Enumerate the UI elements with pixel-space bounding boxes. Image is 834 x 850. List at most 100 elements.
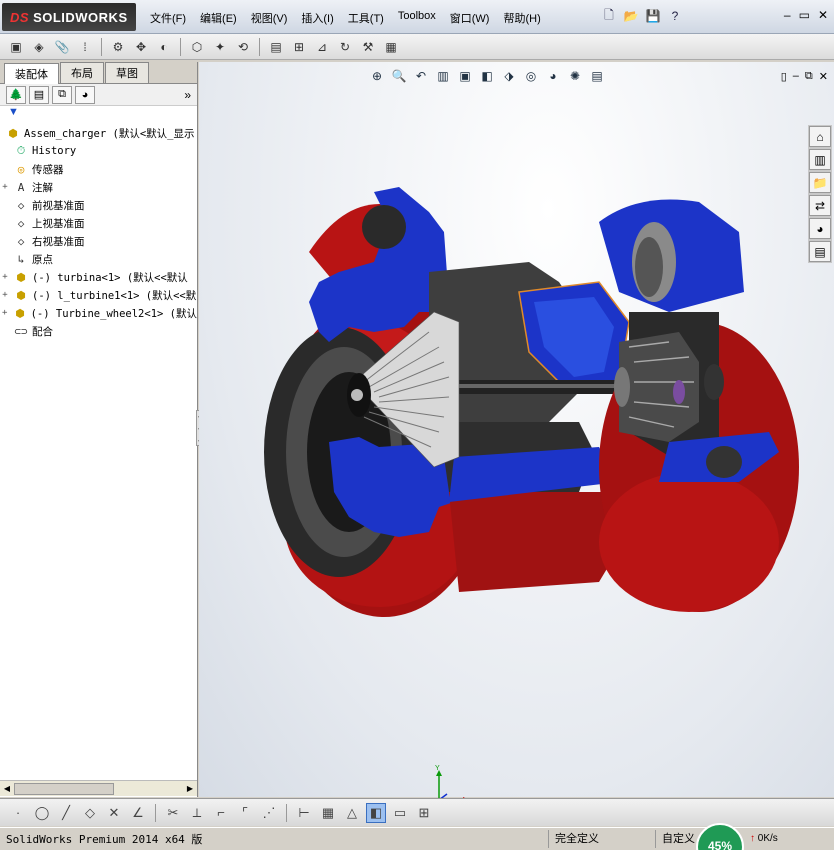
tree-item[interactable]: + ⬢ (-) Turbine_wheel2<1> (默认 (0, 304, 197, 322)
line-icon[interactable]: ╱ (56, 803, 76, 823)
expand-toggle[interactable]: + (0, 290, 10, 300)
scroll-right-icon[interactable]: ▶ (184, 783, 196, 795)
open-folder-icon[interactable]: 📂 (622, 7, 640, 25)
help-icon[interactable]: ? (666, 7, 684, 25)
sketch-point-icon[interactable]: ◇ (80, 803, 100, 823)
expand-toggle[interactable]: + (0, 272, 10, 282)
appearances-icon[interactable]: ◕ (809, 218, 831, 239)
view-palette-icon[interactable]: ⇄ (809, 195, 831, 216)
bill-of-materials-icon[interactable]: ▤ (266, 37, 286, 57)
exploded-view-icon[interactable]: ⊞ (289, 37, 309, 57)
menu-view[interactable]: 视图(V) (251, 10, 288, 26)
solidworks-resources-icon[interactable]: ⌂ (809, 126, 831, 147)
graphics-area[interactable]: ⊕ 🔍 ↶ ▥ ▣ ◧ ⬗ ◎ ◕ ✺ ▤ ▯ – ⧉ ✕ Y (199, 62, 834, 806)
status-custom[interactable]: 自定义 (655, 830, 701, 848)
tree-item[interactable]: ◎ 传感器 (0, 160, 197, 178)
tree-item[interactable]: ⬢ Assem_charger (默认<默认_显示 (0, 124, 197, 142)
new-document-icon[interactable]: 🗋 (600, 7, 618, 25)
corner-icon[interactable]: ⌜ (235, 803, 255, 823)
show-hidden-icon[interactable]: ◐ (154, 37, 174, 57)
angle-icon[interactable]: ∠ (128, 803, 148, 823)
menu-edit[interactable]: 编辑(E) (200, 10, 237, 26)
close-icon[interactable]: ✕ (818, 8, 828, 22)
tree-item[interactable]: ◇ 前视基准面 (0, 196, 197, 214)
assembly-features-icon[interactable]: ⬡ (187, 37, 207, 57)
dimension-icon[interactable]: ⊢ (294, 803, 314, 823)
tree-item[interactable]: + ⬢ (-) turbina<1> (默认<<默认 (0, 268, 197, 286)
tool-icon[interactable]: ⚒ (358, 37, 378, 57)
assembly-icon: ⬢ (8, 126, 18, 140)
properties-icon[interactable]: ▦ (381, 37, 401, 57)
split-horizontal-icon[interactable]: ▭ (390, 803, 410, 823)
expand-chevron-icon[interactable]: » (184, 88, 191, 102)
view-toolbar: · ◯ ╱ ◇ ✕ ∠ ✂ ⟂ ⌐ ⌜ ⋰ ⊢ ▦ △ ◧ ▭ ⊞ (0, 798, 834, 826)
solidworks-logo[interactable]: DS SOLIDWORKS (2, 3, 136, 31)
save-icon[interactable]: 💾 (644, 7, 662, 25)
insert-component-icon[interactable]: ▣ (6, 37, 26, 57)
triangle-icon[interactable]: △ (342, 803, 362, 823)
tree-item[interactable]: ◇ 右视基准面 (0, 232, 197, 250)
trim-icon[interactable]: ✂ (163, 803, 183, 823)
tree-item-label: 注解 (32, 181, 53, 194)
extend-icon[interactable]: ⟂ (187, 803, 207, 823)
tree-item[interactable]: ↳ 原点 (0, 250, 197, 268)
new-part-icon[interactable]: ◈ (29, 37, 49, 57)
shaded-view-icon[interactable]: ◧ (366, 802, 386, 823)
linear-pattern-icon[interactable]: ⁞ (75, 37, 95, 57)
command-manager-tabs: 装配体 布局 草图 (0, 62, 197, 84)
scroll-left-icon[interactable]: ◀ (1, 783, 13, 795)
cross-icon[interactable]: ✕ (104, 803, 124, 823)
tab-assembly[interactable]: 装配体 (4, 63, 59, 84)
restore-icon[interactable]: ▭ (799, 8, 810, 22)
construction-icon[interactable]: ⋰ (259, 803, 279, 823)
horizontal-scrollbar[interactable]: ◀ ▶ (0, 780, 197, 796)
menu-tools[interactable]: 工具(T) (348, 10, 384, 26)
feature-manager-icon[interactable]: 🌲 (6, 85, 26, 104)
menu-window[interactable]: 窗口(W) (450, 10, 490, 26)
new-motion-study-icon[interactable]: ⟲ (233, 37, 253, 57)
expand-toggle[interactable]: + (0, 182, 10, 192)
tree-item-label: (-) Turbine_wheel2<1> (默认 (30, 307, 197, 320)
display-manager-icon[interactable]: ◕ (75, 85, 95, 104)
menu-file[interactable]: 文件(F) (150, 10, 186, 26)
move-component-icon[interactable]: ✥ (131, 37, 151, 57)
file-explorer-icon[interactable]: 📁 (809, 172, 831, 193)
task-pane-tabs: ⌂ ▥ 📁 ⇄ ◕ ▤ (808, 125, 832, 263)
tree-item[interactable]: ◇ 上视基准面 (0, 214, 197, 232)
expand-toggle[interactable]: + (0, 308, 9, 318)
plane-icon: ◇ (17, 234, 25, 248)
smart-fasteners-icon[interactable]: ⚙ (108, 37, 128, 57)
tree-item-label: (-) turbina<1> (默认<<默认 (32, 271, 188, 284)
net-speed: ↑ 0K/s (750, 833, 778, 844)
grid-icon[interactable]: ▦ (318, 803, 338, 823)
tree-item[interactable]: + ⬢ (-) l_turbine1<1> (默认<<默 (0, 286, 197, 304)
tree-item[interactable]: ⊂⊃ 配合 (0, 322, 197, 340)
design-library-icon[interactable]: ▥ (809, 149, 831, 170)
menu-toolbox[interactable]: Toolbox (398, 10, 436, 26)
update-icon[interactable]: ↻ (335, 37, 355, 57)
mate-icon[interactable]: 📎 (52, 37, 72, 57)
circle-icon[interactable]: ◯ (32, 803, 52, 823)
part-icon: ⬢ (16, 288, 26, 302)
minimize-icon[interactable]: – (784, 8, 791, 22)
custom-properties-icon[interactable]: ▤ (809, 241, 831, 262)
tree-item[interactable]: ⏱ History (0, 142, 197, 160)
tree-item-label: History (32, 145, 77, 157)
tree-item-label: 右视基准面 (32, 235, 85, 248)
origin-icon: ↳ (17, 252, 25, 266)
reference-geometry-icon[interactable]: ✦ (210, 37, 230, 57)
offset-icon[interactable]: ⌐ (211, 803, 231, 823)
point-icon[interactable]: · (8, 803, 28, 823)
filter-icon[interactable]: ▼ (0, 106, 197, 122)
tree-item[interactable]: + A 注解 (0, 178, 197, 196)
property-manager-icon[interactable]: ▤ (29, 85, 49, 104)
scroll-thumb[interactable] (14, 783, 114, 795)
configuration-manager-icon[interactable]: ⧉ (52, 85, 72, 104)
menu-insert[interactable]: 插入(I) (301, 10, 333, 26)
four-view-icon[interactable]: ⊞ (414, 803, 434, 823)
tab-sketch[interactable]: 草图 (105, 62, 149, 83)
instant3d-icon[interactable]: ⊿ (312, 37, 332, 57)
tab-layout[interactable]: 布局 (60, 62, 104, 83)
menu-help[interactable]: 帮助(H) (503, 10, 540, 26)
mates-icon: ⊂⊃ (14, 324, 28, 338)
